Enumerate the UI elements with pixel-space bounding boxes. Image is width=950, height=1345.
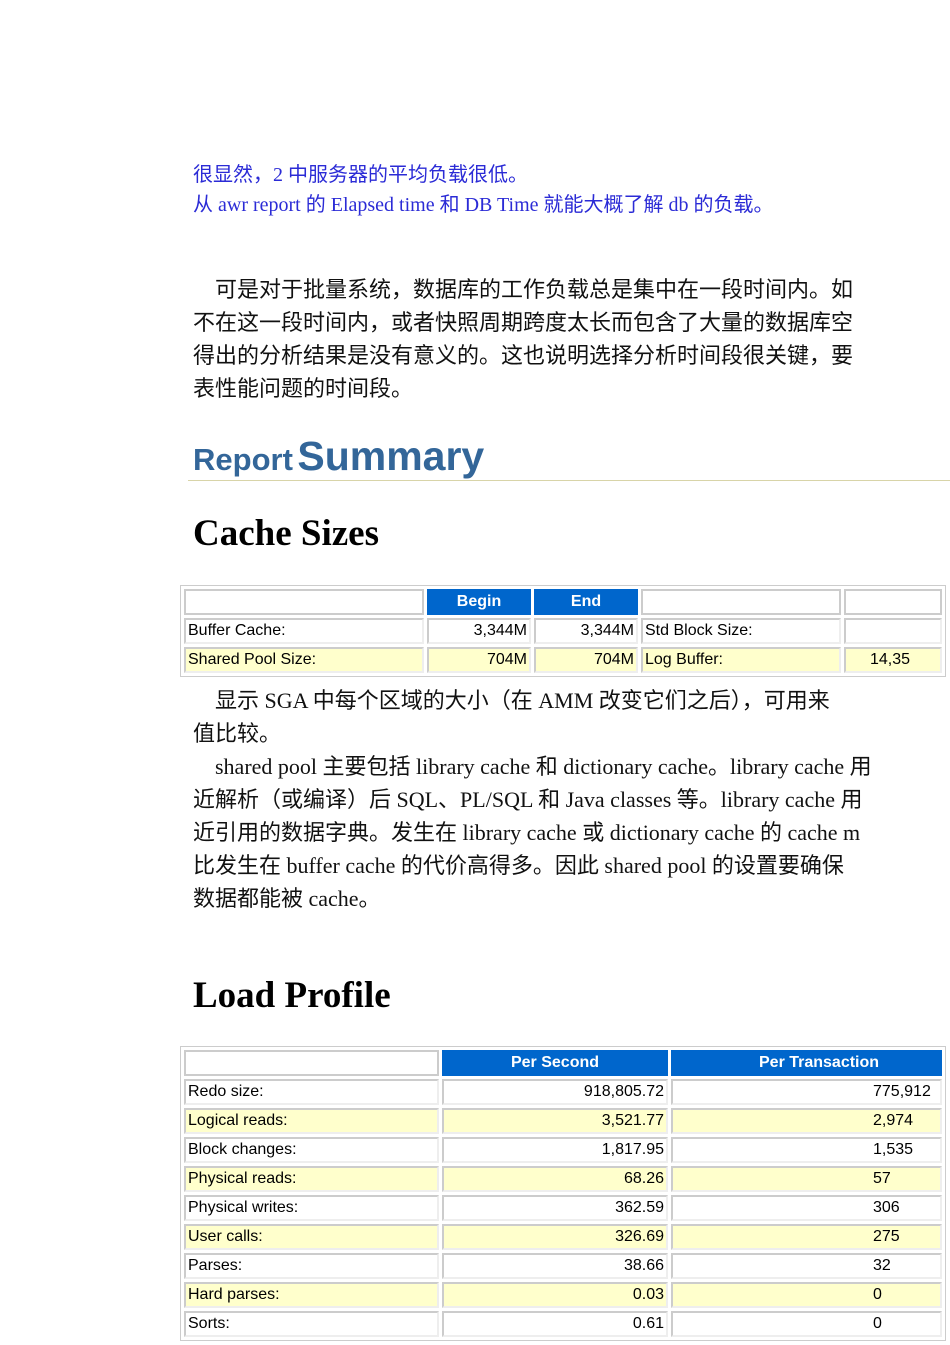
cell: 275 [671,1224,942,1250]
cell: 0 [671,1311,942,1337]
cell: 57 [671,1166,942,1192]
column-header [184,1050,439,1076]
table-row: Hard parses: 0.03 0 [184,1282,942,1308]
paragraph-line: 可是对于批量系统，数据库的工作负载总是集中在一段时间内。如 [193,277,854,302]
paragraph-line: 近引用的数据字典。发生在 library cache 或 dictionary … [193,820,861,845]
table-row: Parses: 38.66 32 [184,1253,942,1279]
load-profile-heading: Load Profile [193,975,391,1016]
table-row: Block changes: 1,817.95 1,535 [184,1137,942,1163]
table-row: Shared Pool Size: 704M 704M Log Buffer: … [184,647,942,673]
cell: Logical reads: [184,1108,439,1134]
table-row: Buffer Cache: 3,344M 3,344M Std Block Si… [184,618,942,644]
cell: Buffer Cache: [184,618,424,644]
cell: Physical reads: [184,1166,439,1192]
report-summary-heading: Report Summary [193,433,484,480]
table-header-row: Per Second Per Transaction [184,1050,942,1076]
divider [188,480,950,481]
cell: 1,535 [671,1137,942,1163]
cell: Parses: [184,1253,439,1279]
paragraph-line: 值比较。 [193,721,282,746]
load-profile-table: Per Second Per Transaction Redo size: 918… [180,1046,946,1341]
cell: 362.59 [442,1195,668,1221]
cell: 0.61 [442,1311,668,1337]
cell: Log Buffer: [641,647,841,673]
column-header: Per Second [442,1050,668,1076]
cell: Std Block Size: [641,618,841,644]
table-row: Redo size: 918,805.72 775,912 [184,1079,942,1105]
cell: 704M [534,647,638,673]
intro-line-2: 从 awr report 的 Elapsed time 和 DB Time 就能… [193,194,774,216]
paragraph-line: shared pool 主要包括 library cache 和 diction… [193,754,872,779]
paragraph-line: 比发生在 buffer cache 的代价高得多。因此 shared pool … [193,853,844,878]
cell: User calls: [184,1224,439,1250]
cell: 3,521.77 [442,1108,668,1134]
paragraph-line: 数据都能被 cache。 [193,886,381,911]
cache-sizes-table: Begin End Buffer Cache: 3,344M 3,344M St… [180,585,946,677]
cell: 1,817.95 [442,1137,668,1163]
cell: 3,344M [427,618,531,644]
column-header: Per Transaction [671,1050,942,1076]
cell: 2,974 [671,1108,942,1134]
cell: Shared Pool Size: [184,647,424,673]
column-header [641,589,841,615]
cell [844,618,942,644]
cell: 0.03 [442,1282,668,1308]
cell: 775,912 [671,1079,942,1105]
heading-part: Summary [297,433,485,479]
cell: Block changes: [184,1137,439,1163]
paragraph-line: 显示 SGA 中每个区域的大小（在 AMM 改变它们之后），可用来 [193,688,830,713]
cell: 0 [671,1282,942,1308]
cell: Sorts: [184,1311,439,1337]
cell: Hard parses: [184,1282,439,1308]
cell: 918,805.72 [442,1079,668,1105]
cache-sizes-heading: Cache Sizes [193,513,379,554]
cell: Physical writes: [184,1195,439,1221]
cell: Redo size: [184,1079,439,1105]
column-header: Begin [427,589,531,615]
paragraph-line: 近解析（或编译）后 SQL、PL/SQL 和 Java classes 等。li… [193,787,863,812]
column-header: End [534,589,638,615]
cell: 326.69 [442,1224,668,1250]
cell: 14,35 [844,647,942,673]
paragraph-line: 得出的分析结果是没有意义的。这也说明选择分析时间段很关键，要 [193,343,854,368]
cell: 704M [427,647,531,673]
column-header [844,589,942,615]
paragraph-line: 不在这一段时间内，或者快照周期跨度太长而包含了大量的数据库空 [193,310,854,335]
cell: 68.26 [442,1166,668,1192]
paragraph-line: 表性能问题的时间段。 [193,376,414,401]
cell: 306 [671,1195,942,1221]
table-row: Physical writes: 362.59 306 [184,1195,942,1221]
cell: 3,344M [534,618,638,644]
table-row: Logical reads: 3,521.77 2,974 [184,1108,942,1134]
cell: 38.66 [442,1253,668,1279]
heading-part: Report [193,442,293,477]
table-row: Physical reads: 68.26 57 [184,1166,942,1192]
table-row: Sorts: 0.61 0 [184,1311,942,1337]
table-row: User calls: 326.69 275 [184,1224,942,1250]
cell: 32 [671,1253,942,1279]
intro-line-1: 很显然，2 中服务器的平均负载很低。 [193,164,528,186]
table-header-row: Begin End [184,589,942,615]
column-header [184,589,424,615]
